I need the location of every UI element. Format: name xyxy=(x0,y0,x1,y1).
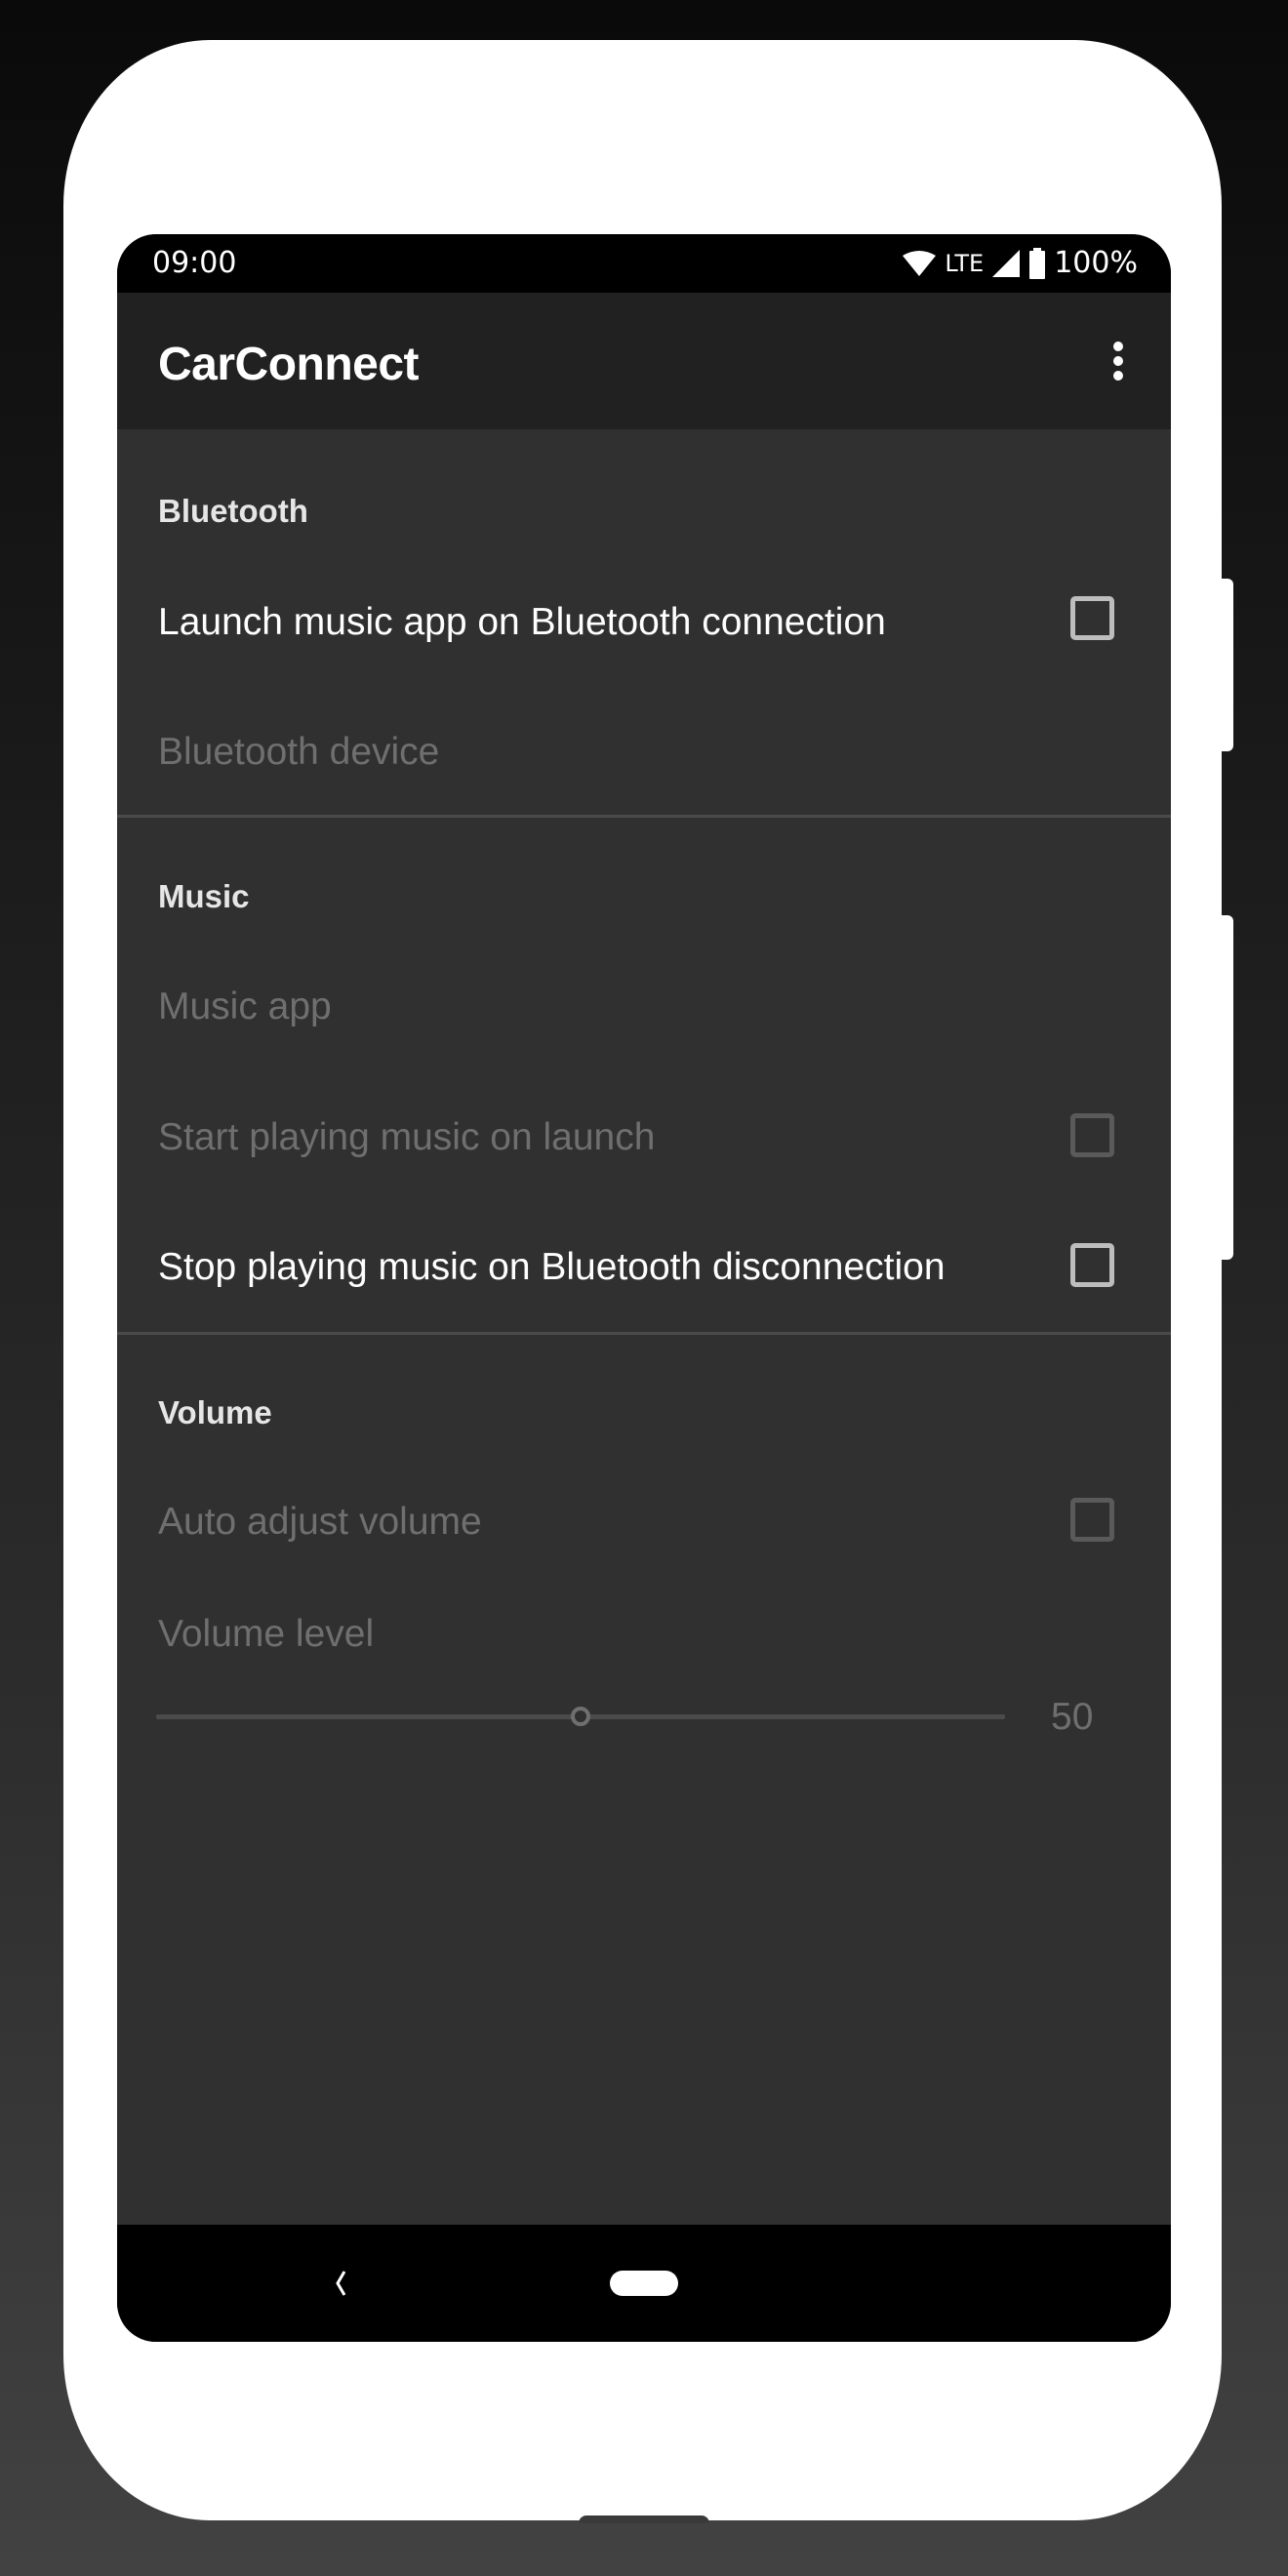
back-chevron-icon xyxy=(336,2271,346,2296)
volume-value: 50 xyxy=(1051,1696,1094,1738)
pref-title: Bluetooth device xyxy=(158,731,440,773)
screen: 09:00 LTE 100% CarConnect Bluetooth Laun… xyxy=(117,234,1171,2342)
pref-title: Music app xyxy=(158,986,332,1027)
signal-icon xyxy=(992,250,1021,277)
back-button[interactable] xyxy=(332,2268,361,2299)
volume-slider-thumb[interactable] xyxy=(571,1707,590,1726)
power-button[interactable] xyxy=(1220,579,1233,751)
pref-title: Launch music app on Bluetooth connection xyxy=(158,601,886,643)
lte-label: LTE xyxy=(945,250,985,277)
category-header-music: Music xyxy=(158,878,250,914)
start-playing-checkbox[interactable] xyxy=(1070,1113,1114,1157)
category-header-volume: Volume xyxy=(158,1394,272,1430)
category-header-bluetooth: Bluetooth xyxy=(158,493,308,529)
pref-title: Start playing music on launch xyxy=(158,1116,656,1158)
status-bar: 09:00 LTE 100% xyxy=(117,234,1171,293)
app-title: CarConnect xyxy=(158,339,420,390)
app-toolbar: CarConnect xyxy=(117,293,1171,429)
launch-music-checkbox[interactable] xyxy=(1070,596,1114,640)
home-button[interactable] xyxy=(610,2271,678,2296)
status-time: 09:00 xyxy=(152,246,237,280)
status-icons: LTE 100% xyxy=(902,244,1138,283)
overflow-menu-button[interactable] xyxy=(1095,332,1142,390)
speaker-notch xyxy=(579,2516,709,2523)
category-divider xyxy=(117,815,1171,818)
navigation-bar xyxy=(117,2225,1171,2342)
stop-playing-checkbox[interactable] xyxy=(1070,1243,1114,1287)
category-divider xyxy=(117,1332,1171,1335)
battery-percent: 100% xyxy=(1054,246,1138,280)
auto-adjust-checkbox[interactable] xyxy=(1070,1498,1114,1542)
pref-title: Volume level xyxy=(158,1613,375,1655)
pref-title: Stop playing music on Bluetooth disconne… xyxy=(158,1246,946,1288)
pref-title: Auto adjust volume xyxy=(158,1501,482,1543)
volume-rocker[interactable] xyxy=(1220,915,1233,1260)
wifi-icon xyxy=(903,251,937,276)
battery-icon xyxy=(1029,248,1046,279)
